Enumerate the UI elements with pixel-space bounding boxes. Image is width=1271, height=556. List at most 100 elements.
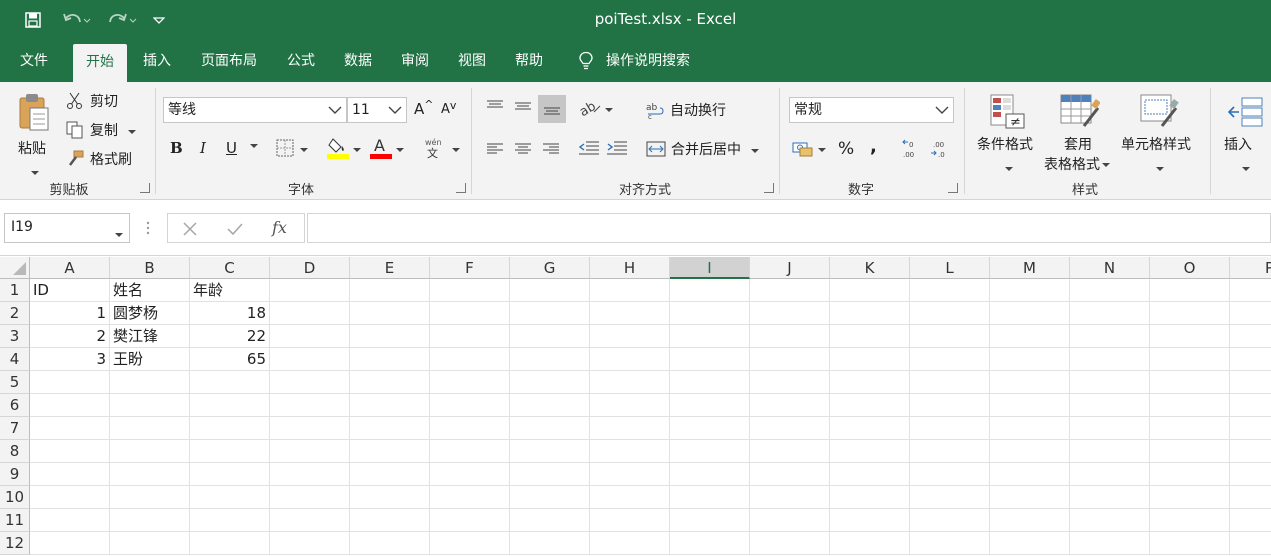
cell-f12[interactable] (430, 532, 510, 555)
cell-e9[interactable] (350, 463, 430, 486)
cell-b6[interactable] (110, 394, 190, 417)
cell-h10[interactable] (590, 486, 670, 509)
cell-b10[interactable] (110, 486, 190, 509)
decrease-decimal-icon[interactable]: .00.0 (930, 139, 950, 159)
cell-k10[interactable] (830, 486, 910, 509)
cell-m1[interactable] (990, 279, 1070, 302)
cell-l5[interactable] (910, 371, 990, 394)
cell-b1[interactable]: 姓名 (110, 279, 190, 302)
column-header-j[interactable]: J (750, 257, 830, 279)
cell-c7[interactable] (190, 417, 270, 440)
cell-o6[interactable] (1150, 394, 1230, 417)
number-format-dropdown[interactable]: 常规 (789, 97, 954, 123)
cell-l9[interactable] (910, 463, 990, 486)
cell-m8[interactable] (990, 440, 1070, 463)
cell-l4[interactable] (910, 348, 990, 371)
cell-n8[interactable] (1070, 440, 1150, 463)
cell-e12[interactable] (350, 532, 430, 555)
cell-h5[interactable] (590, 371, 670, 394)
row-header-12[interactable]: 12 (0, 532, 30, 555)
formula-input[interactable] (307, 213, 1271, 243)
cell-m9[interactable] (990, 463, 1070, 486)
chevron-down-icon[interactable] (605, 100, 613, 116)
cell-b12[interactable] (110, 532, 190, 555)
cell-a10[interactable] (30, 486, 110, 509)
cell-o5[interactable] (1150, 371, 1230, 394)
align-left-icon[interactable] (486, 142, 504, 156)
cell-k2[interactable] (830, 302, 910, 325)
cell-h6[interactable] (590, 394, 670, 417)
cell-j3[interactable] (750, 325, 830, 348)
cell-c4[interactable]: 65 (190, 348, 270, 371)
align-top-icon[interactable] (486, 99, 504, 113)
cell-k1[interactable] (830, 279, 910, 302)
percent-style-button[interactable]: % (838, 139, 854, 159)
cell-k5[interactable] (830, 371, 910, 394)
cell-l8[interactable] (910, 440, 990, 463)
cell-d4[interactable] (270, 348, 350, 371)
cell-a7[interactable] (30, 417, 110, 440)
cell-a2[interactable]: 1 (30, 302, 110, 325)
cell-b11[interactable] (110, 509, 190, 532)
cell-k7[interactable] (830, 417, 910, 440)
cell-p6[interactable] (1230, 394, 1271, 417)
cell-n4[interactable] (1070, 348, 1150, 371)
cell-l12[interactable] (910, 532, 990, 555)
cell-i11[interactable] (670, 509, 750, 532)
cell-j1[interactable] (750, 279, 830, 302)
cell-p7[interactable] (1230, 417, 1271, 440)
dialog-launcher-icon[interactable] (764, 183, 774, 193)
column-header-n[interactable]: N (1070, 257, 1150, 279)
cell-c10[interactable] (190, 486, 270, 509)
row-header-8[interactable]: 8 (0, 440, 30, 463)
cell-i12[interactable] (670, 532, 750, 555)
cell-g8[interactable] (510, 440, 590, 463)
orientation-icon[interactable]: ab (580, 98, 613, 118)
cell-h1[interactable] (590, 279, 670, 302)
cell-n5[interactable] (1070, 371, 1150, 394)
column-header-c[interactable]: C (190, 257, 270, 279)
cell-l2[interactable] (910, 302, 990, 325)
cell-a6[interactable] (30, 394, 110, 417)
chevron-down-icon[interactable] (128, 122, 136, 138)
cell-p4[interactable] (1230, 348, 1271, 371)
cell-p5[interactable] (1230, 371, 1271, 394)
cell-d6[interactable] (270, 394, 350, 417)
cell-g4[interactable] (510, 348, 590, 371)
column-header-f[interactable]: F (430, 257, 510, 279)
cell-b8[interactable] (110, 440, 190, 463)
cell-n6[interactable] (1070, 394, 1150, 417)
cell-m11[interactable] (990, 509, 1070, 532)
dialog-launcher-icon[interactable] (140, 183, 150, 193)
cell-g6[interactable] (510, 394, 590, 417)
cell-h11[interactable] (590, 509, 670, 532)
borders-icon[interactable] (276, 139, 308, 157)
cell-m5[interactable] (990, 371, 1070, 394)
cell-e10[interactable] (350, 486, 430, 509)
cancel-icon[interactable] (182, 221, 198, 237)
chevron-down-icon[interactable] (250, 144, 258, 148)
cell-c3[interactable]: 22 (190, 325, 270, 348)
tab-help[interactable]: 帮助 (506, 40, 552, 82)
cell-o10[interactable] (1150, 486, 1230, 509)
cell-f5[interactable] (430, 371, 510, 394)
cell-e8[interactable] (350, 440, 430, 463)
cell-n1[interactable] (1070, 279, 1150, 302)
cell-c11[interactable] (190, 509, 270, 532)
cell-g7[interactable] (510, 417, 590, 440)
cell-e2[interactable] (350, 302, 430, 325)
cell-n10[interactable] (1070, 486, 1150, 509)
cell-b7[interactable] (110, 417, 190, 440)
font-name-dropdown[interactable]: 等线 (163, 97, 347, 123)
cell-m2[interactable] (990, 302, 1070, 325)
cell-j5[interactable] (750, 371, 830, 394)
cell-i8[interactable] (670, 440, 750, 463)
cell-c9[interactable] (190, 463, 270, 486)
column-header-i[interactable]: I (670, 257, 750, 279)
cell-i10[interactable] (670, 486, 750, 509)
row-header-10[interactable]: 10 (0, 486, 30, 509)
cell-k11[interactable] (830, 509, 910, 532)
fill-color-icon[interactable] (327, 136, 361, 160)
cell-p9[interactable] (1230, 463, 1271, 486)
row-header-3[interactable]: 3 (0, 325, 30, 348)
